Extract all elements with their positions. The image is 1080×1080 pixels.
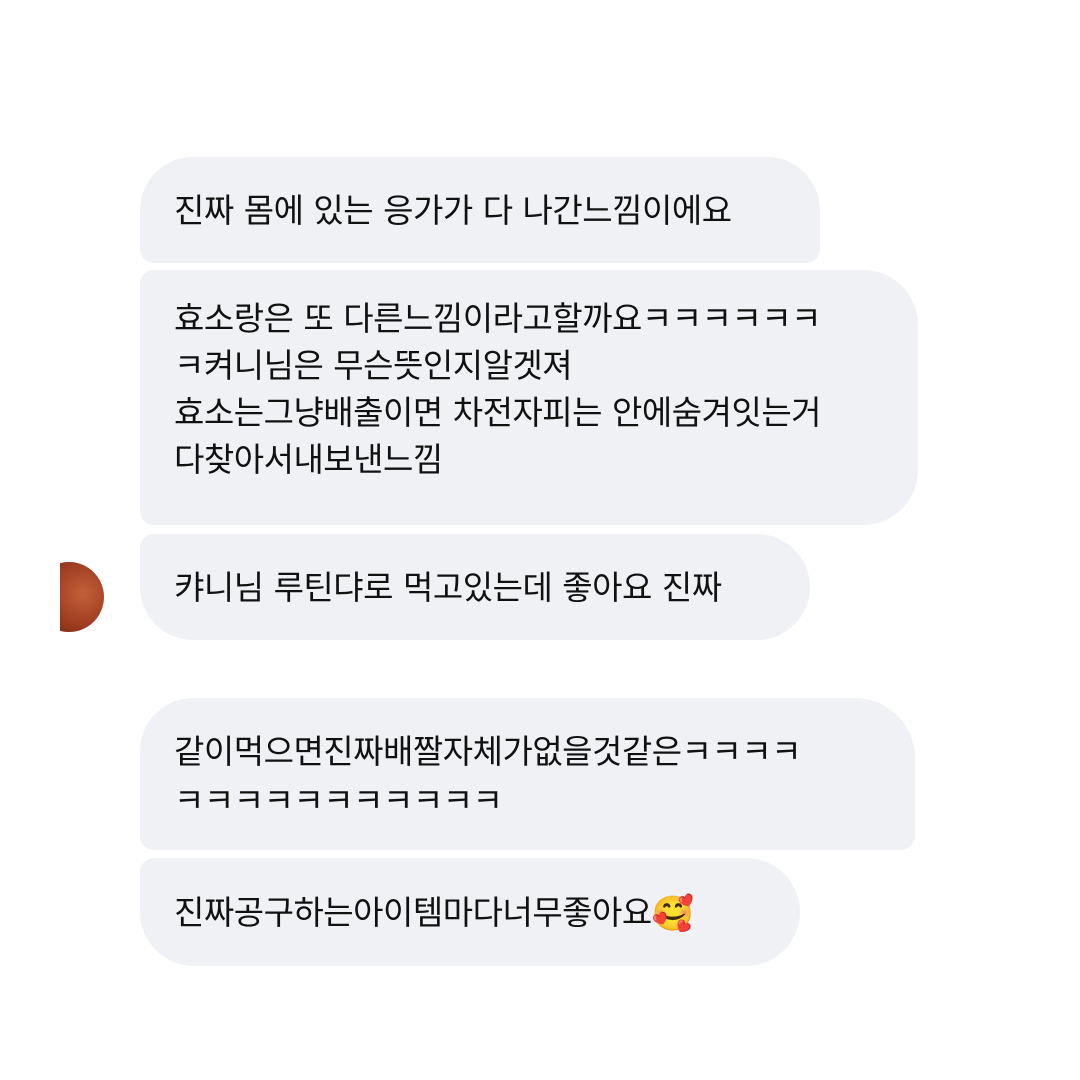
message-line: 효소는그냥배출이면 차전자피는 안에숨겨잇는거 <box>174 393 822 432</box>
message-line: 같이먹으면진짜배짤자체가없을것같은ㅋㅋㅋㅋ <box>174 732 802 771</box>
message-text-content: 진짜공구하는아이템마다너무좋아요 <box>174 892 652 932</box>
message-line: 다찾아서내보낸느낌 <box>174 440 443 479</box>
avatar-image <box>60 562 104 632</box>
message-line: 효소랑은 또 다른느낌이라고할까요ㅋㅋㅋㅋㅋㅋ <box>174 299 822 338</box>
message-bubble[interactable]: 캬니님 루틴댜로 먹고있는데 좋아요 진짜 <box>140 534 810 640</box>
message-line: ㅋ켜니님은 무슨뜻인지알겟져 <box>174 346 573 385</box>
message-bubble[interactable]: 진짜공구하는아이템마다너무좋아요🥰 <box>140 858 800 966</box>
message-text: 진짜 몸에 있는 응가가 다 나간느낌이에요 <box>174 190 732 230</box>
message-line: ㅋㅋㅋㅋㅋㅋㅋㅋㅋㅋㅋ <box>174 781 503 820</box>
smiling-face-with-hearts-icon: 🥰 <box>651 894 694 934</box>
message-bubble[interactable]: 같이먹으면진짜배짤자체가없을것같은ㅋㅋㅋㅋ ㅋㅋㅋㅋㅋㅋㅋㅋㅋㅋㅋ <box>140 698 915 850</box>
message-text: 효소랑은 또 다른느낌이라고할까요ㅋㅋㅋㅋㅋㅋ ㅋ켜니님은 무슨뜻인지알겟져 효… <box>174 295 822 483</box>
message-bubble[interactable]: 효소랑은 또 다른느낌이라고할까요ㅋㅋㅋㅋㅋㅋ ㅋ켜니님은 무슨뜻인지알겟져 효… <box>140 270 918 525</box>
sender-avatar[interactable] <box>60 562 108 632</box>
message-text: 캬니님 루틴댜로 먹고있는데 좋아요 진짜 <box>174 567 722 607</box>
message-text: 같이먹으면진짜배짤자체가없을것같은ㅋㅋㅋㅋ ㅋㅋㅋㅋㅋㅋㅋㅋㅋㅋㅋ <box>174 727 802 825</box>
message-text: 진짜공구하는아이템마다너무좋아요🥰 <box>174 889 694 936</box>
chat-thread: 진짜 몸에 있는 응가가 다 나간느낌이에요 효소랑은 또 다른느낌이라고할까요… <box>0 0 1080 1080</box>
message-bubble[interactable]: 진짜 몸에 있는 응가가 다 나간느낌이에요 <box>140 157 820 263</box>
